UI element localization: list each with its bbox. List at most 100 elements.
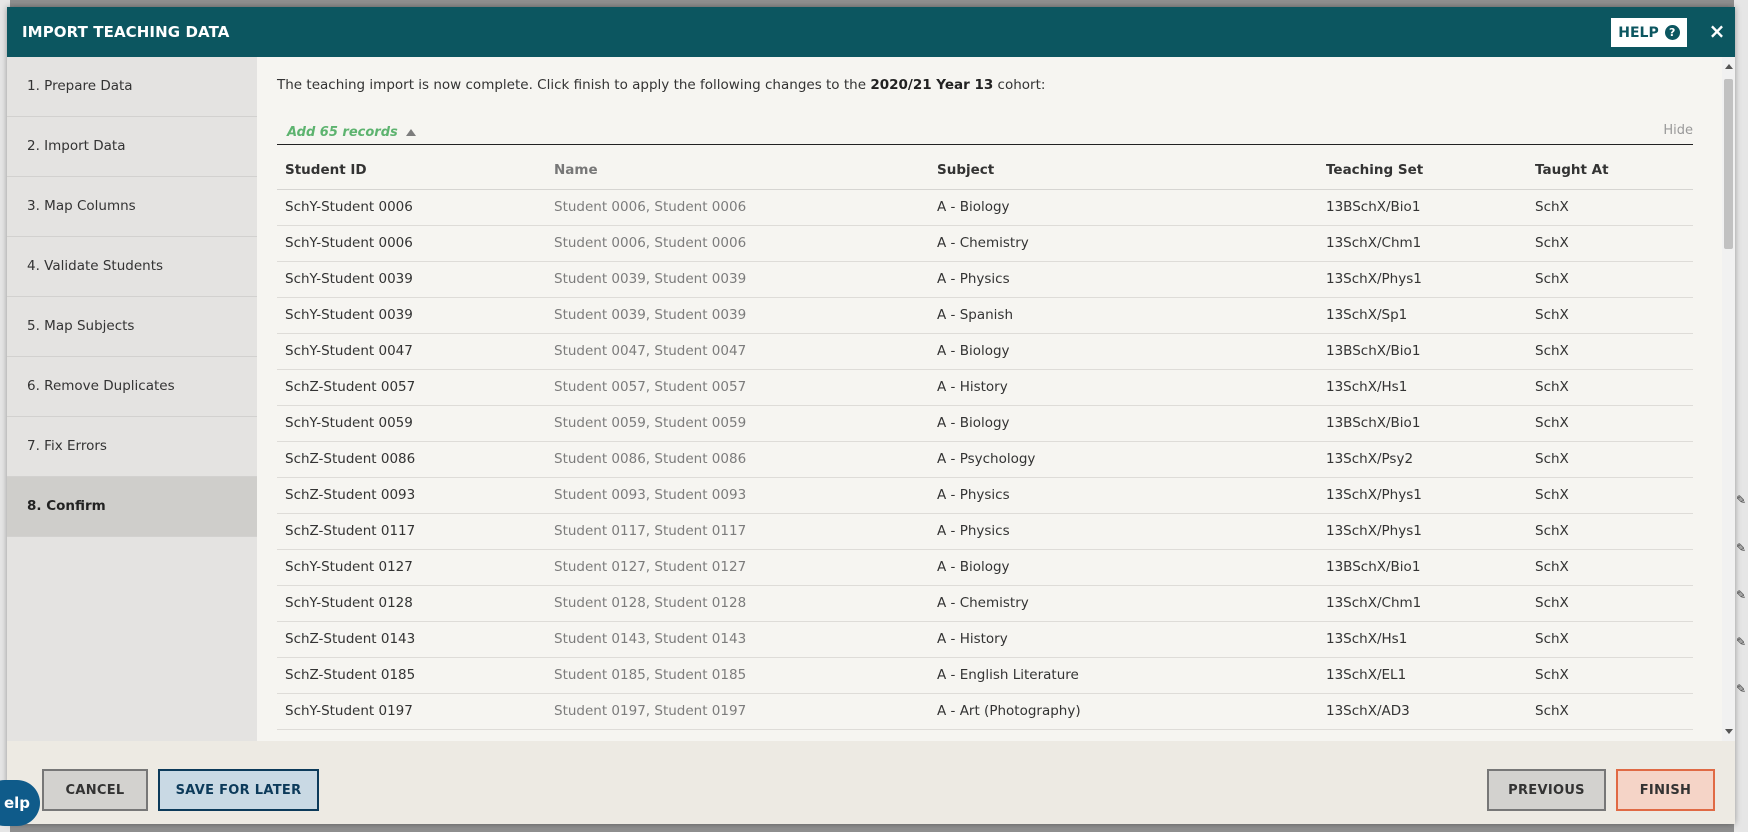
wizard-step-3[interactable]: 3. Map Columns — [7, 177, 257, 237]
table-cell: 13SchX/EL1 — [1318, 657, 1527, 694]
table-cell: A - English Literature — [929, 657, 1318, 694]
scroll-up-arrow-icon[interactable] — [1725, 64, 1733, 69]
table-cell: A - Psychology — [929, 441, 1318, 478]
table-header-row: Student ID Name Subject Teaching Set Taught … — [277, 151, 1693, 190]
edit-icon: ✎ — [1736, 635, 1747, 649]
table-cell: SchX — [1527, 477, 1693, 514]
table-cell: A - History — [929, 621, 1318, 658]
table-cell: Student 0117, Student 0117 — [546, 513, 929, 550]
table-cell: SchY-Student 0006 — [277, 225, 546, 262]
column-header-student-id[interactable]: Student ID — [277, 151, 546, 190]
table-cell: A - Physics — [929, 477, 1318, 514]
wizard-step-4[interactable]: 4. Validate Students — [7, 237, 257, 297]
table-cell: SchZ-Student 0143 — [277, 621, 546, 658]
table-cell: Student 0006, Student 0006 — [546, 225, 929, 262]
table-cell: A - Chemistry — [929, 225, 1318, 262]
table-cell: SchY-Student 0127 — [277, 549, 546, 586]
previous-button[interactable]: PREVIOUS — [1487, 769, 1606, 811]
table-cell: SchX — [1527, 333, 1693, 370]
wizard-step-5[interactable]: 5. Map Subjects — [7, 297, 257, 357]
intro-text: The teaching import is now complete. Cli… — [277, 77, 1045, 93]
table-cell: A - Physics — [929, 261, 1318, 298]
table-cell: SchY-Student 0047 — [277, 333, 546, 370]
table-cell: Student 0006, Student 0006 — [546, 189, 929, 226]
wizard-step-8[interactable]: 8. Confirm — [7, 477, 257, 537]
table-cell: A - Spanish — [929, 297, 1318, 334]
table-row: SchZ-Student 0086 Student 0086, Student 0… — [277, 441, 1693, 478]
content-scrollbar[interactable] — [1722, 57, 1735, 741]
table-cell: SchX — [1527, 369, 1693, 406]
table-cell: SchY-Student 0039 — [277, 261, 546, 298]
table-cell: SchZ-Student 0093 — [277, 477, 546, 514]
table-cell: 13SchX/Sp1 — [1318, 297, 1527, 334]
table-cell: 13SchX/Psy2 — [1318, 441, 1527, 478]
table-row: SchZ-Student 0117 Student 0117, Student 0… — [277, 513, 1693, 550]
table-cell: Student 0057, Student 0057 — [546, 369, 929, 406]
add-records-toggle[interactable]: Add 65 records — [287, 125, 416, 140]
table-cell: SchX — [1527, 225, 1693, 262]
cancel-button[interactable]: CANCEL — [42, 769, 148, 811]
table-row: SchY-Student 0039 Student 0039, Student 0… — [277, 297, 1693, 334]
confirm-content: The teaching import is now complete. Cli… — [257, 57, 1722, 741]
question-circle-icon: ? — [1664, 25, 1680, 40]
table-cell: SchZ-Student 0086 — [277, 441, 546, 478]
records-table: Student ID Name Subject Teaching Set Taught … — [277, 151, 1693, 730]
table-row: SchY-Student 0059 Student 0059, Student 0… — [277, 405, 1693, 442]
scrollbar-thumb[interactable] — [1724, 79, 1733, 249]
table-cell: SchY-Student 0039 — [277, 297, 546, 334]
table-row: SchZ-Student 0057 Student 0057, Student 0… — [277, 369, 1693, 406]
table-cell: SchZ-Student 0117 — [277, 513, 546, 550]
table-cell: 13SchX/Hs1 — [1318, 621, 1527, 658]
table-cell: SchX — [1527, 261, 1693, 298]
table-row: SchZ-Student 0143 Student 0143, Student 0… — [277, 621, 1693, 658]
table-cell: A - Physics — [929, 513, 1318, 550]
table-row: SchY-Student 0006 Student 0006, Student 0… — [277, 189, 1693, 226]
finish-button[interactable]: FINISH — [1616, 769, 1715, 811]
table-cell: SchX — [1527, 297, 1693, 334]
scroll-down-arrow-icon[interactable] — [1725, 729, 1733, 734]
table-cell: Student 0047, Student 0047 — [546, 333, 929, 370]
wizard-step-1[interactable]: 1. Prepare Data — [7, 57, 257, 117]
table-cell: SchX — [1527, 189, 1693, 226]
column-header-subject[interactable]: Subject — [929, 151, 1318, 190]
column-header-teaching-set[interactable]: Teaching Set — [1318, 151, 1527, 190]
modal-header: IMPORT TEACHING DATA HELP ? × — [7, 7, 1735, 57]
help-button[interactable]: HELP ? — [1610, 17, 1688, 48]
table-cell: 13SchX/Phys1 — [1318, 513, 1527, 550]
table-cell: SchX — [1527, 405, 1693, 442]
column-header-taught-at[interactable]: Taught At — [1527, 151, 1693, 190]
table-cell: SchZ-Student 0185 — [277, 657, 546, 694]
table-cell: 13BSchX/Bio1 — [1318, 405, 1527, 442]
close-button[interactable]: × — [1706, 19, 1728, 43]
table-cell: Student 0197, Student 0197 — [546, 693, 929, 730]
table-cell: Student 0128, Student 0128 — [546, 585, 929, 622]
table-cell: Student 0185, Student 0185 — [546, 657, 929, 694]
table-cell: SchX — [1527, 549, 1693, 586]
table-cell: A - Biology — [929, 549, 1318, 586]
table-cell: 13SchX/AD3 — [1318, 693, 1527, 730]
wizard-steps-sidebar: 1. Prepare Data 2. Import Data 3. Map Colu… — [7, 57, 257, 741]
table-cell: 13SchX/Chm1 — [1318, 585, 1527, 622]
table-cell: 13SchX/Chm1 — [1318, 225, 1527, 262]
table-row: SchY-Student 0127 Student 0127, Student 0… — [277, 549, 1693, 586]
table-cell: A - Biology — [929, 405, 1318, 442]
add-records-label: Add 65 records — [287, 125, 398, 140]
save-for-later-button[interactable]: SAVE FOR LATER — [158, 769, 319, 811]
modal-footer: CANCEL SAVE FOR LATER PREVIOUS FINISH — [7, 741, 1735, 824]
table-cell: Student 0143, Student 0143 — [546, 621, 929, 658]
table-cell: SchX — [1527, 657, 1693, 694]
help-button-label: HELP — [1618, 24, 1659, 41]
records-section-header: Add 65 records Hide — [277, 121, 1693, 145]
import-teaching-data-modal: IMPORT TEACHING DATA HELP ? × 1. Prepare… — [7, 7, 1735, 824]
hide-link[interactable]: Hide — [1663, 123, 1693, 138]
wizard-step-6[interactable]: 6. Remove Duplicates — [7, 357, 257, 417]
table-cell: 13SchX/Hs1 — [1318, 369, 1527, 406]
table-cell: 13BSchX/Bio1 — [1318, 549, 1527, 586]
edit-icon: ✎ — [1736, 493, 1747, 507]
table-cell: SchZ-Student 0057 — [277, 369, 546, 406]
table-cell: 13BSchX/Bio1 — [1318, 189, 1527, 226]
wizard-step-7[interactable]: 7. Fix Errors — [7, 417, 257, 477]
table-cell: A - Biology — [929, 333, 1318, 370]
wizard-step-2[interactable]: 2. Import Data — [7, 117, 257, 177]
column-header-name[interactable]: Name — [546, 151, 929, 190]
